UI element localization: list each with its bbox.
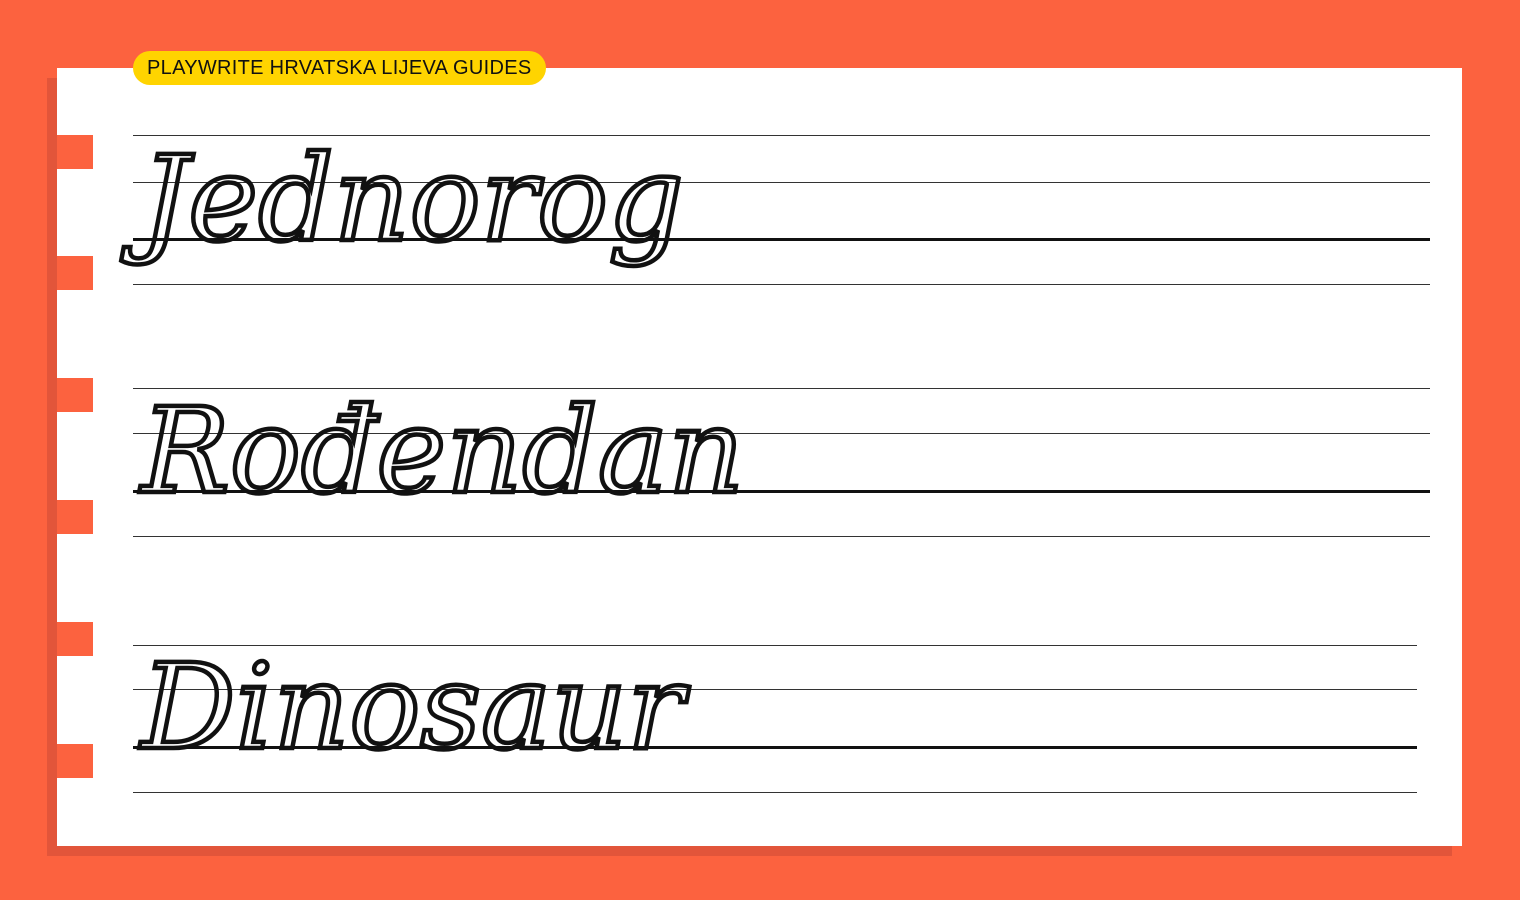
tab-shadow <box>47 137 57 171</box>
cursive-word: Jednorog <box>119 128 686 271</box>
binder-tab <box>57 256 93 290</box>
word-text: Dinosaur <box>139 638 690 776</box>
cursive-word: Dinosaur <box>137 636 693 779</box>
binder-tab <box>57 744 93 778</box>
tab-shadow <box>47 502 57 536</box>
word-text: Jednorog <box>121 130 684 268</box>
guide-row-2: Rođendan <box>133 380 1430 543</box>
tab-shadow <box>47 380 57 414</box>
binder-tab <box>57 622 93 656</box>
binder-tab <box>57 500 93 534</box>
cursive-word: Rođendan <box>137 380 747 523</box>
binder-tab <box>57 378 93 412</box>
guide-row-1: Jednorog <box>119 128 1430 290</box>
binder-tab <box>57 135 93 169</box>
guide-row-3: Dinosaur <box>133 636 1417 801</box>
page-title: PLAYWRITE HRVATSKA LIJEVA GUIDES <box>133 51 546 85</box>
tab-shadow <box>47 624 57 658</box>
tab-shadow <box>47 258 57 292</box>
tab-shadow <box>47 746 57 780</box>
word-text: Rođendan <box>139 382 744 520</box>
